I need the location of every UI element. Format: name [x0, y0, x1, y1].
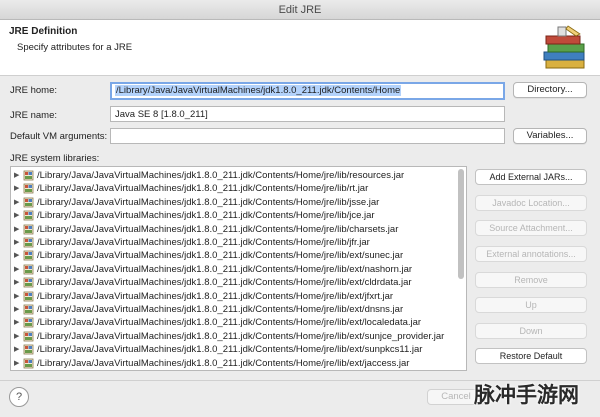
jre-name-input[interactable]: Java SE 8 [1.8.0_211] — [110, 106, 505, 122]
library-path: /Library/Java/JavaVirtualMachines/jdk1.8… — [37, 317, 422, 329]
library-path: /Library/Java/JavaVirtualMachines/jdk1.8… — [37, 304, 404, 315]
library-row[interactable]: ▶ /Library/Java/JavaVirtualMachines/jdk1.… — [11, 249, 456, 262]
jar-icon — [23, 197, 34, 208]
expand-triangle-icon[interactable]: ▶ — [14, 330, 19, 343]
header-title: JRE Definition — [9, 26, 78, 37]
add-external-jars-button[interactable]: Add External JARs... — [475, 169, 587, 185]
library-row[interactable]: ▶ /Library/Java/JavaVirtualMachines/jdk1.… — [11, 196, 456, 209]
library-path: /Library/Java/JavaVirtualMachines/jdk1.8… — [37, 250, 404, 262]
library-row[interactable]: ▶ /Library/Java/JavaVirtualMachines/jdk1.… — [11, 303, 456, 316]
library-path: /Library/Java/JavaVirtualMachines/jdk1.8… — [37, 277, 412, 289]
library-path: /Library/Java/JavaVirtualMachines/jdk1.8… — [37, 344, 423, 356]
jar-icon — [23, 358, 34, 368]
library-row[interactable]: ▶ /Library/Java/JavaVirtualMachines/jdk1.… — [11, 330, 456, 343]
expand-triangle-icon[interactable]: ▶ — [14, 223, 19, 236]
jar-icon — [23, 331, 34, 342]
title-bar: Edit JRE — [0, 0, 600, 20]
library-path: /Library/Java/JavaVirtualMachines/jdk1.8… — [37, 330, 445, 342]
library-path: /Library/Java/JavaVirtualMachines/jdk1.8… — [37, 183, 369, 195]
expand-triangle-icon[interactable]: ▶ — [14, 276, 19, 289]
expand-triangle-icon[interactable]: ▶ — [14, 343, 19, 356]
library-row[interactable]: ▶ /Library/Java/JavaVirtualMachines/jdk1.… — [11, 276, 456, 289]
books-banner-icon — [543, 25, 585, 69]
library-path: /Library/Java/JavaVirtualMachines/jdk1.8… — [37, 263, 413, 275]
jar-icon — [23, 291, 34, 301]
jar-icon — [23, 264, 34, 275]
jre-home-value: /Library/Java/JavaVirtualMachines/jdk1.8… — [115, 85, 402, 96]
expand-triangle-icon[interactable]: ▶ — [14, 316, 19, 329]
watermark-text: 脉冲手游网 — [474, 384, 579, 407]
expand-triangle-icon[interactable]: ▶ — [14, 236, 19, 249]
variables-button[interactable]: Variables... — [513, 128, 587, 144]
restore-default-button[interactable]: Restore Default — [475, 348, 587, 364]
expand-triangle-icon[interactable]: ▶ — [14, 196, 19, 209]
javadoc-location-button[interactable]: Javadoc Location... — [475, 195, 587, 211]
remove-button[interactable]: Remove — [475, 272, 587, 288]
jar-icon — [23, 344, 34, 355]
expand-triangle-icon[interactable]: ▶ — [14, 357, 19, 370]
vm-args-input[interactable] — [110, 128, 505, 144]
library-row[interactable]: ▶ /Library/Java/JavaVirtualMachines/jdk1.… — [11, 263, 456, 276]
header-description: Specify attributes for a JRE — [17, 42, 133, 53]
vm-args-label: Default VM arguments: — [10, 131, 108, 142]
jar-icon — [23, 237, 34, 248]
jar-icon — [23, 183, 34, 194]
library-list[interactable]: ▶ /Library/Java/JavaVirtualMachines/jdk1.… — [10, 166, 467, 371]
window-title: Edit JRE — [278, 4, 322, 16]
expand-triangle-icon[interactable]: ▶ — [14, 209, 19, 222]
library-row[interactable]: ▶ /Library/Java/JavaVirtualMachines/jdk1.… — [11, 223, 456, 236]
library-row[interactable]: ▶ /Library/Java/JavaVirtualMachines/jdk1.… — [11, 169, 456, 182]
library-row[interactable]: ▶ /Library/Java/JavaVirtualMachines/jdk1.… — [11, 343, 456, 356]
library-row[interactable]: ▶ /Library/Java/JavaVirtualMachines/jdk1.… — [11, 236, 456, 249]
libraries-label: JRE system libraries: — [10, 153, 100, 164]
library-path: /Library/Java/JavaVirtualMachines/jdk1.8… — [37, 357, 410, 369]
library-row[interactable]: ▶ /Library/Java/JavaVirtualMachines/jdk1.… — [11, 182, 456, 195]
help-icon[interactable]: ? — [9, 387, 29, 407]
library-path: /Library/Java/JavaVirtualMachines/jdk1.8… — [37, 290, 394, 302]
down-button[interactable]: Down — [475, 323, 587, 339]
jar-icon — [23, 317, 34, 328]
library-row[interactable]: ▶ /Library/Java/JavaVirtualMachines/jdk1.… — [11, 316, 456, 329]
jre-name-label: JRE name: — [10, 110, 57, 121]
jar-icon — [23, 224, 34, 234]
library-path: /Library/Java/JavaVirtualMachines/jdk1.8… — [37, 223, 399, 235]
library-row[interactable]: ▶ /Library/Java/JavaVirtualMachines/jdk1.… — [11, 357, 456, 370]
jar-icon — [23, 170, 34, 181]
library-row[interactable]: ▶ /Library/Java/JavaVirtualMachines/jdk1.… — [11, 290, 456, 303]
library-path: /Library/Java/JavaVirtualMachines/jdk1.8… — [37, 237, 370, 248]
external-annotations-button[interactable]: External annotations... — [475, 246, 587, 262]
jar-icon — [23, 250, 34, 261]
expand-triangle-icon[interactable]: ▶ — [14, 263, 19, 276]
expand-triangle-icon[interactable]: ▶ — [14, 290, 19, 303]
library-path: /Library/Java/JavaVirtualMachines/jdk1.8… — [37, 210, 375, 222]
expand-triangle-icon[interactable]: ▶ — [14, 182, 19, 195]
directory-button[interactable]: Directory... — [513, 82, 587, 98]
jre-home-input[interactable]: /Library/Java/JavaVirtualMachines/jdk1.8… — [110, 82, 505, 100]
library-path: /Library/Java/JavaVirtualMachines/jdk1.8… — [37, 170, 405, 181]
library-path: /Library/Java/JavaVirtualMachines/jdk1.8… — [37, 196, 380, 208]
jre-home-label: JRE home: — [10, 85, 57, 96]
library-row[interactable]: ▶ /Library/Java/JavaVirtualMachines/jdk1.… — [11, 209, 456, 222]
jar-icon — [23, 277, 34, 288]
jar-icon — [23, 210, 34, 221]
up-button[interactable]: Up — [475, 297, 587, 313]
source-attachment-button[interactable]: Source Attachment... — [475, 220, 587, 236]
expand-triangle-icon[interactable]: ▶ — [14, 249, 19, 262]
expand-triangle-icon[interactable]: ▶ — [14, 303, 19, 316]
expand-triangle-icon[interactable]: ▶ — [14, 169, 19, 182]
list-scrollbar[interactable] — [458, 169, 464, 279]
dialog-header: JRE Definition Specify attributes for a … — [0, 20, 600, 76]
jar-icon — [23, 304, 34, 315]
